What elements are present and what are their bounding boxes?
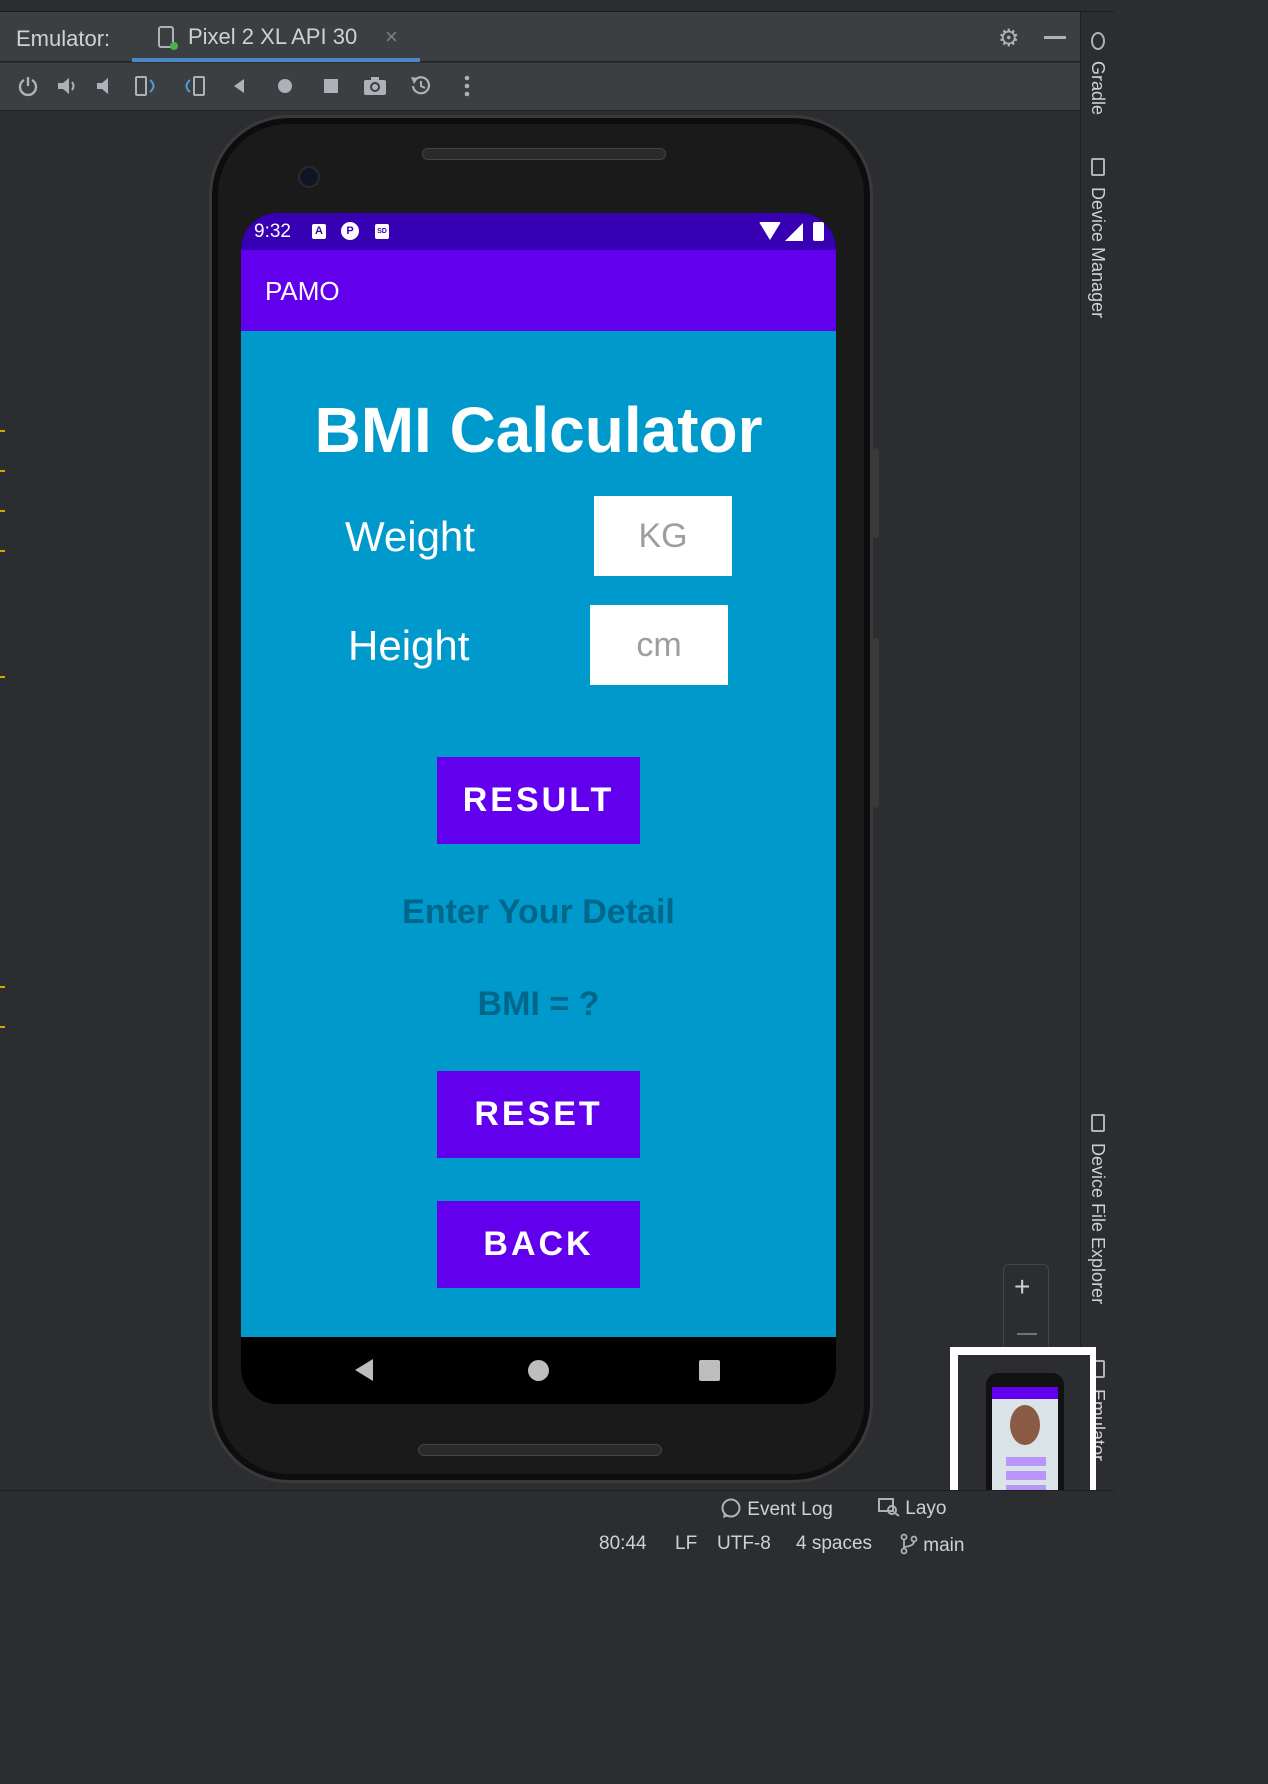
rotate-left-icon[interactable] <box>134 73 160 99</box>
volume-side-button[interactable] <box>873 638 879 808</box>
nav-back-icon[interactable] <box>355 1359 373 1381</box>
gutter-marker <box>0 550 5 552</box>
tab-device-file-explorer[interactable]: Device File Explorer <box>1087 1114 1108 1304</box>
left-gutter <box>0 112 6 1490</box>
overview-icon[interactable] <box>318 73 344 99</box>
ide-status-bar: Event Log Layo 80:44 LF UTF-8 4 spaces m… <box>0 1490 1114 1568</box>
gradle-icon <box>1091 32 1105 50</box>
weight-input[interactable] <box>594 496 732 576</box>
status-time: 9:32 <box>254 221 291 242</box>
camera-icon[interactable] <box>362 73 388 99</box>
back-icon[interactable] <box>226 73 252 99</box>
bmi-content: BMI Calculator Weight Height RESULT Ente… <box>241 331 836 1337</box>
layout-inspector-icon <box>878 1498 900 1517</box>
line-ending[interactable]: LF <box>675 1533 697 1555</box>
event-log-icon <box>721 1498 741 1518</box>
gutter-marker <box>0 470 5 472</box>
android-status-bar: 9:32 A P SD <box>241 213 836 250</box>
snapshot-icon[interactable] <box>408 73 434 99</box>
right-tool-strip: Gradle Device Manager Device File Explor… <box>1080 12 1114 1490</box>
more-icon[interactable] <box>454 73 480 99</box>
page-title: BMI Calculator <box>314 394 763 466</box>
thumbnail-app-bar <box>992 1387 1058 1399</box>
reset-button[interactable]: RESET <box>437 1071 640 1158</box>
git-branch[interactable]: main <box>900 1533 964 1557</box>
zoom-in-button[interactable]: + <box>1014 1271 1030 1303</box>
sd-card-icon: SD <box>375 224 389 239</box>
zoom-control: + <box>1003 1264 1049 1360</box>
event-log-label: Event Log <box>747 1499 833 1520</box>
power-side-button[interactable] <box>873 448 879 538</box>
app-title: PAMO <box>265 276 340 306</box>
git-branch-label: main <box>923 1535 965 1556</box>
weight-label: Weight <box>345 513 475 560</box>
gutter-marker <box>0 1026 5 1028</box>
minimize-icon[interactable] <box>1044 36 1066 39</box>
cursor-position[interactable]: 80:44 <box>599 1533 647 1555</box>
file-encoding[interactable]: UTF-8 <box>717 1533 771 1555</box>
back-button[interactable]: BACK <box>437 1201 640 1288</box>
battery-icon <box>813 222 824 241</box>
nav-home-icon[interactable] <box>528 1360 549 1381</box>
gutter-marker <box>0 676 5 678</box>
app-bar: PAMO <box>241 250 836 331</box>
tab-device-manager-label: Device Manager <box>1088 187 1108 319</box>
thumbnail-button <box>1006 1457 1046 1466</box>
volume-up-icon[interactable] <box>55 73 81 99</box>
gutter-marker <box>0 430 5 432</box>
device-file-explorer-icon <box>1091 1114 1105 1132</box>
signal-icon <box>785 223 803 241</box>
device-manager-icon <box>1091 158 1105 176</box>
emulator-tab-bar: Emulator: Pixel 2 XL API 30 × ⚙ <box>0 12 1080 62</box>
event-log-button[interactable]: Event Log <box>720 1497 833 1521</box>
height-input[interactable] <box>590 605 728 685</box>
gear-icon[interactable]: ⚙ <box>998 24 1020 53</box>
volume-down-icon[interactable] <box>93 73 119 99</box>
front-camera <box>298 166 320 188</box>
gutter-marker <box>0 510 5 512</box>
phone-frame: 9:32 A P SD PAMO BMI Calculator Weight H… <box>209 115 879 1483</box>
indent-setting[interactable]: 4 spaces <box>796 1533 872 1555</box>
top-strip <box>0 0 1114 12</box>
bottom-speaker <box>418 1444 662 1456</box>
device-icon <box>158 26 178 50</box>
gutter-marker <box>0 986 5 988</box>
branch-icon <box>900 1533 918 1555</box>
notification-a-icon: A <box>312 224 326 239</box>
tab-gradle-label: Gradle <box>1088 61 1108 116</box>
tab-title: Pixel 2 XL API 30 <box>188 24 358 49</box>
top-speaker <box>422 148 666 160</box>
wifi-icon <box>759 222 781 240</box>
rotate-right-icon[interactable] <box>180 73 206 99</box>
thumbnail-button <box>1006 1471 1046 1480</box>
height-label: Height <box>348 622 470 669</box>
layout-inspector-button[interactable]: Layo <box>878 1497 946 1520</box>
nav-recents-icon[interactable] <box>699 1360 720 1381</box>
emulator-label: Emulator: <box>16 26 111 51</box>
tab-pixel-device[interactable]: Pixel 2 XL API 30 × <box>132 12 420 62</box>
bmi-value: BMI = ? <box>477 985 600 1023</box>
phone-screen: 9:32 A P SD PAMO BMI Calculator Weight H… <box>241 213 836 1404</box>
home-icon[interactable] <box>272 73 298 99</box>
tab-gradle[interactable]: Gradle <box>1087 32 1108 115</box>
result-button[interactable]: RESULT <box>437 757 640 844</box>
close-icon[interactable]: × <box>385 24 398 50</box>
zoom-out-button[interactable] <box>1017 1333 1037 1335</box>
layout-inspector-label: Layo <box>905 1498 947 1519</box>
thumbnail-photo <box>1010 1405 1040 1445</box>
tab-device-file-explorer-label: Device File Explorer <box>1088 1143 1108 1305</box>
android-nav-bar <box>241 1337 836 1404</box>
emulator-toolbar <box>0 63 1080 111</box>
notification-p-icon: P <box>341 222 359 240</box>
info-text: Enter Your Detail <box>402 893 675 931</box>
power-icon[interactable] <box>15 73 41 99</box>
tab-device-manager[interactable]: Device Manager <box>1087 158 1108 318</box>
